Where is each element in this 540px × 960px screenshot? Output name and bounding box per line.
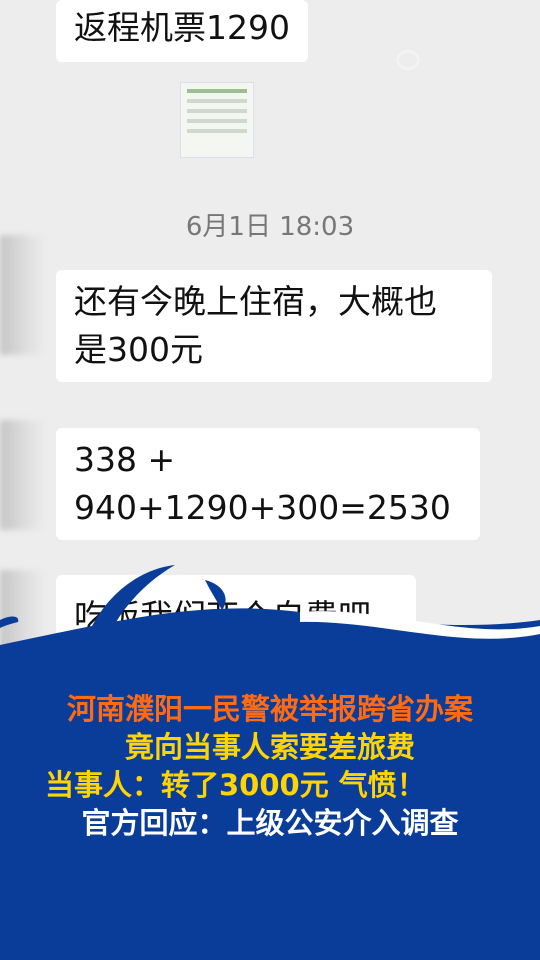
timestamp: 6月1日 18:03 bbox=[185, 212, 355, 242]
headline-line: 河南濮阳一民警被举报跨省办案 bbox=[66, 692, 473, 726]
message-text: 还有今晚上住宿，大概也 是300元 bbox=[74, 282, 437, 369]
message-bubble[interactable]: 338 + 940+1290+300=2530 bbox=[56, 428, 480, 540]
headline-line: 当事人：转了3000元 气愤！ bbox=[45, 768, 426, 802]
image-attachment[interactable] bbox=[180, 82, 254, 158]
avatar[interactable] bbox=[0, 235, 46, 355]
message-text: 338 + 940+1290+300=2530 bbox=[74, 440, 451, 527]
avatar[interactable] bbox=[0, 420, 46, 530]
watermark-logo bbox=[396, 50, 506, 78]
message-text: 返程机票1290 bbox=[74, 8, 290, 47]
message-bubble[interactable]: 返程机票1290 bbox=[56, 0, 308, 62]
message-bubble[interactable]: 还有今晚上住宿，大概也 是300元 bbox=[56, 270, 492, 382]
headline-line: 竟向当事人索要差旅费 bbox=[124, 730, 415, 764]
headline-line: 官方回应：上级公安介入调查 bbox=[81, 806, 459, 840]
news-headline: 河南濮阳一民警被举报跨省办案 竟向当事人索要差旅费 当事人：转了3000元 气愤… bbox=[0, 690, 540, 842]
wave-decoration bbox=[0, 565, 540, 670]
